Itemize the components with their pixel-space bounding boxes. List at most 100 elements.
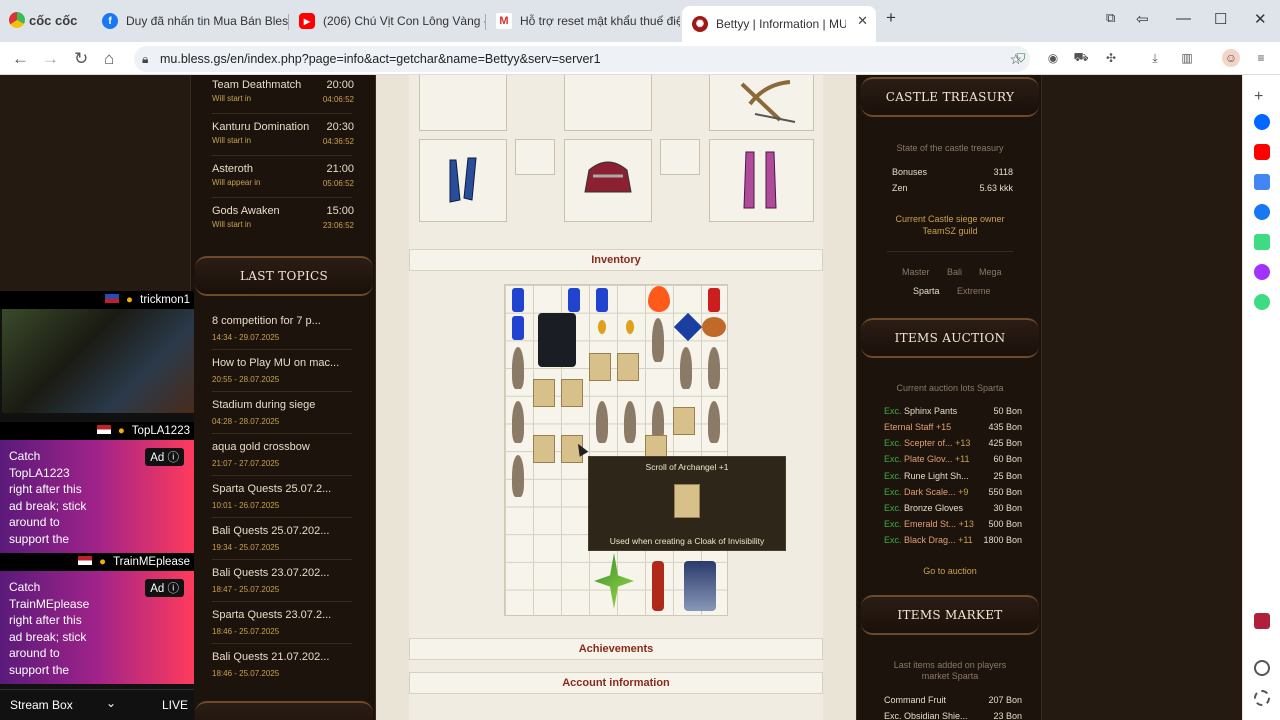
stream-box-bar[interactable]: Stream Box ⌄ LIVE [0, 689, 194, 720]
auction-item[interactable]: Exc. Scepter of... +13 425 Bon [884, 438, 1022, 448]
topic-title[interactable]: Sparta Quests 23.07.2... [212, 609, 352, 621]
ad-badge[interactable]: Ad ⓘ [145, 448, 184, 466]
tab-gmail[interactable]: M Hỗ trợ reset mật khẩu thuế điện [486, 6, 680, 36]
facebook-icon[interactable] [1254, 204, 1270, 220]
pendant-slot[interactable] [515, 139, 555, 175]
shield-extension-icon[interactable]: ⛉ [1012, 49, 1030, 67]
ring-slot[interactable] [660, 139, 700, 175]
server-tab-master[interactable]: Master [902, 267, 930, 277]
puzzle-icon[interactable]: ✣ [1102, 49, 1120, 67]
close-window-button[interactable]: ✕ [1254, 10, 1267, 28]
item-name[interactable]: Emerald St... [904, 519, 956, 529]
topic-title[interactable]: Stadium during siege [212, 399, 352, 411]
auction-item[interactable]: Exc. Black Drag... +11 1800 Bon [884, 535, 1022, 545]
topic-title[interactable]: Sparta Quests 25.07.2... [212, 483, 352, 495]
topic-item[interactable]: Bali Quests 23.07.202... 18:47 - 25.07.20… [212, 567, 352, 594]
avatar[interactable]: ☺ [1222, 49, 1240, 67]
ad-badge[interactable]: Ad ⓘ [145, 579, 184, 597]
chevron-down-icon[interactable]: ⌄ [106, 696, 116, 710]
home-icon[interactable]: ⌂ [104, 49, 114, 69]
item-name[interactable]: Dark Scale... [904, 487, 956, 497]
item-name[interactable]: Plate Glov... [904, 454, 952, 464]
zalo-icon[interactable] [1254, 114, 1270, 130]
achievements-header[interactable]: Achievements [409, 638, 823, 660]
topic-item[interactable]: How to Play MU on mac... 20:55 - 28.07.20… [212, 357, 352, 384]
equipment-slot[interactable] [564, 75, 652, 131]
history-icon[interactable] [1254, 660, 1270, 676]
item-name[interactable]: Exc. Obsidian Shie... [884, 711, 968, 720]
search-tabs-icon[interactable]: ⧉ [1106, 10, 1115, 26]
wand-icon[interactable] [652, 561, 664, 611]
leggings-icon[interactable] [684, 561, 716, 611]
topic-item[interactable]: Stadium during siege 04:28 - 28.07.2025 [212, 399, 352, 426]
add-icon[interactable]: + [1254, 88, 1270, 105]
server-tab-bali[interactable]: Bali [947, 267, 962, 277]
streamer-name[interactable]: TrainMEplease [113, 556, 190, 568]
ad-panel[interactable]: Catch TopLA1223 right after this ad brea… [0, 440, 194, 553]
inventory-header[interactable]: Inventory [409, 249, 823, 271]
account-header[interactable]: Account information [409, 672, 823, 694]
gloves-slot[interactable] [419, 139, 507, 222]
close-tab-icon[interactable]: ✕ [857, 13, 868, 29]
topic-item[interactable]: Sparta Quests 23.07.2... 18:46 - 25.07.20… [212, 609, 352, 636]
topic-title[interactable]: aqua gold crossbow [212, 441, 352, 453]
scroll-icon[interactable] [533, 435, 555, 463]
horn-icon[interactable] [702, 317, 726, 337]
armor-slot[interactable] [564, 139, 652, 222]
equipment-slot[interactable] [419, 75, 507, 131]
weapon-slot[interactable] [709, 75, 814, 131]
topic-item[interactable]: 8 competition for 7 p... 14:34 - 29.07.20… [212, 315, 352, 342]
item-name[interactable]: Command Fruit [884, 695, 946, 705]
server-tab-sparta[interactable]: Sparta [913, 286, 940, 296]
feather-icon[interactable] [512, 401, 524, 443]
browser-logo[interactable]: cốc cốc [9, 12, 77, 28]
game-icon[interactable] [1254, 294, 1270, 310]
ai-icon[interactable] [1254, 234, 1270, 250]
auction-item[interactable]: Exc. Plate Glov... +11 60 Bon [884, 454, 1022, 464]
topic-title[interactable]: Bali Quests 23.07.202... [212, 567, 352, 579]
auction-item[interactable]: Eternal Staff +15 435 Bon [884, 422, 1022, 432]
back-button[interactable]: ← [12, 49, 29, 69]
auction-item[interactable]: Exc. Bronze Gloves 30 Bon [884, 503, 1022, 513]
sidebar-toggle-icon[interactable]: ▥ [1178, 49, 1196, 67]
scroll-icon[interactable] [533, 379, 555, 407]
download-icon[interactable]: ⤓ [1146, 49, 1164, 67]
menu-icon[interactable]: ≡ [1252, 49, 1270, 67]
tab-youtube[interactable]: ▶ (206) Chú Vịt Con Lông Vàng - N [289, 6, 485, 36]
potion-icon[interactable] [568, 288, 580, 312]
auction-item[interactable]: Exc. Emerald St... +13 500 Bon [884, 519, 1022, 529]
feather-icon[interactable] [680, 347, 692, 389]
market-item[interactable]: Command Fruit 207 Bon [884, 695, 1022, 705]
scroll-icon[interactable] [673, 407, 695, 435]
streamer-name[interactable]: trickmon1 [140, 294, 190, 306]
minimize-button[interactable]: — [1176, 10, 1191, 27]
translate-icon[interactable] [1254, 174, 1270, 190]
potion-icon[interactable] [512, 316, 524, 340]
potion-icon[interactable] [512, 288, 524, 312]
item-name[interactable]: Eternal Staff +15 [884, 422, 951, 432]
auction-item[interactable]: Exc. Sphinx Pants 50 Bon [884, 406, 1022, 416]
youtube-icon[interactable] [1254, 144, 1270, 160]
ad-panel[interactable]: Catch TrainMEplease right after this ad … [0, 571, 194, 684]
topic-title[interactable]: Bali Quests 21.07.202... [212, 651, 352, 663]
auction-item[interactable]: Exc. Dark Scale... +9 550 Bon [884, 487, 1022, 497]
maximize-button[interactable]: ☐ [1214, 10, 1227, 28]
topic-title[interactable]: How to Play MU on mac... [212, 357, 352, 369]
jewel-icon[interactable] [598, 320, 606, 334]
topic-title[interactable]: 8 competition for 7 p... [212, 315, 352, 327]
messenger-icon[interactable] [1254, 264, 1270, 280]
server-tab-mega[interactable]: Mega [979, 267, 1002, 277]
item-name[interactable]: Rune Light Sh... [904, 471, 969, 481]
potion-icon[interactable] [708, 288, 720, 312]
new-tab-button[interactable]: + [886, 8, 896, 28]
item-name[interactable]: Bronze Gloves [904, 503, 963, 513]
tab-facebook[interactable]: f Duy đã nhấn tin Mua Bán Bless [92, 6, 288, 36]
extension-icon[interactable] [1254, 613, 1270, 629]
market-item[interactable]: Exc. Obsidian Shie... 23 Bon [884, 711, 1022, 720]
forward-button[interactable]: → [42, 49, 59, 69]
topic-item[interactable]: Bali Quests 25.07.202... 19:34 - 25.07.20… [212, 525, 352, 552]
potion-icon[interactable] [596, 288, 608, 312]
item-name[interactable]: Scepter of... [904, 438, 953, 448]
feather-icon[interactable] [512, 455, 524, 497]
tab-bettyy-active[interactable]: ✺ Bettyy | Information | MU Bl ✕ [682, 6, 876, 42]
